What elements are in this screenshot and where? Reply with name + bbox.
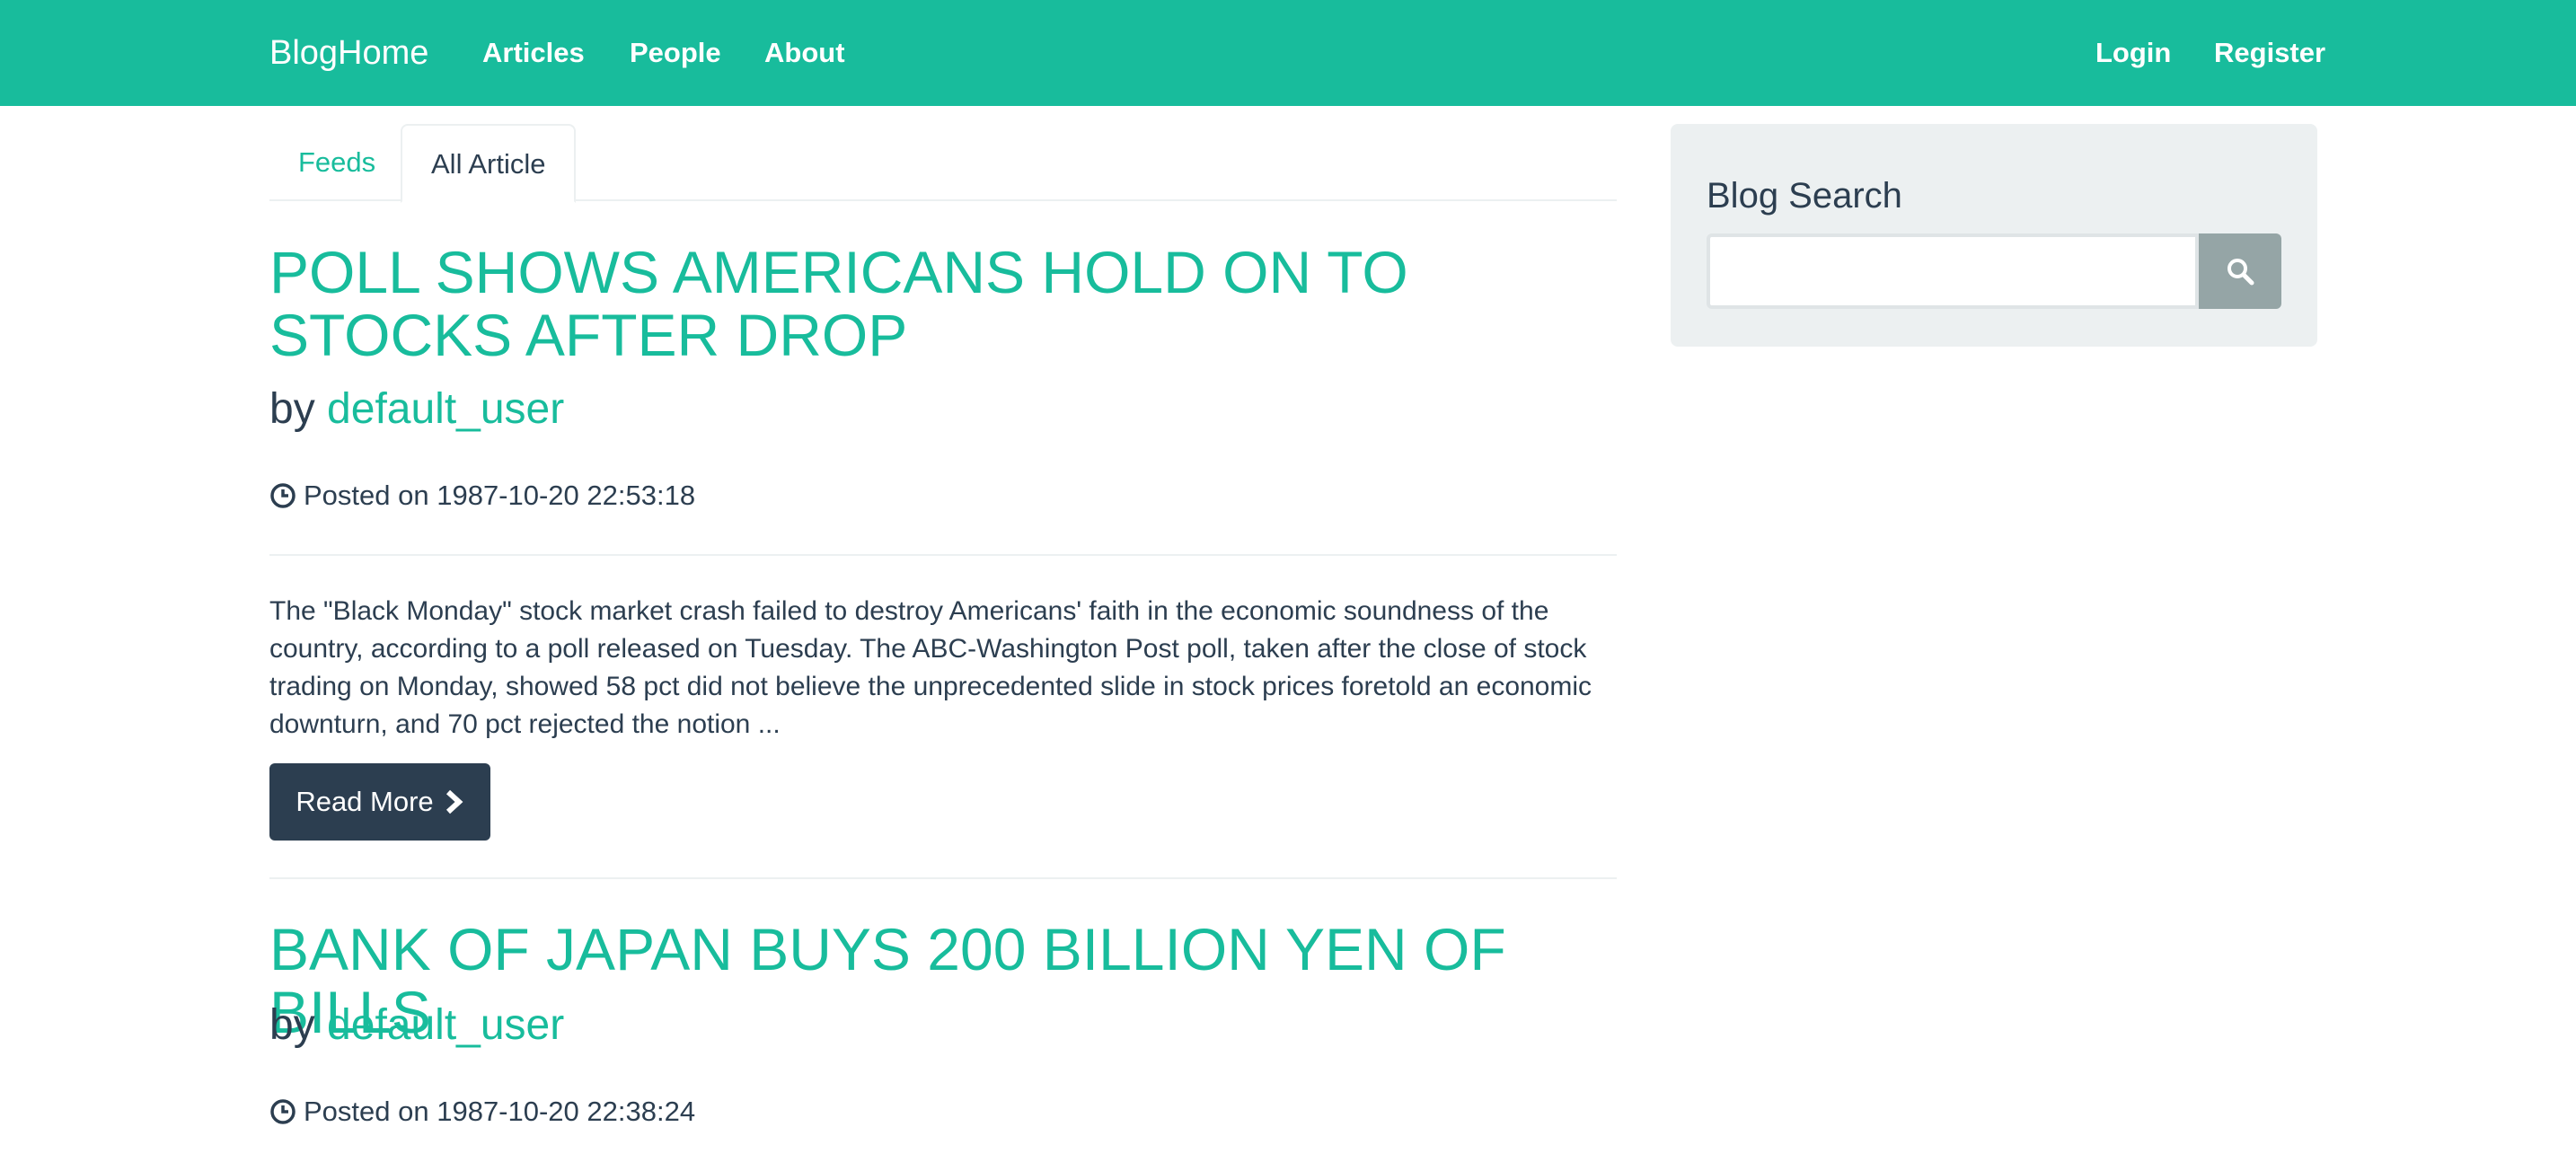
article-byline: by default_user <box>269 1000 564 1050</box>
nav-people-link[interactable]: People <box>630 0 721 106</box>
article-byline: by default_user <box>269 384 564 434</box>
posted-date-text: Posted on 1987-10-20 22:53:18 <box>304 480 696 511</box>
tab-all-article[interactable]: All Article <box>401 124 577 203</box>
search-button[interactable] <box>2199 233 2281 309</box>
article-excerpt: The "Black Monday" stock market crash fa… <box>269 596 1592 739</box>
register-link[interactable]: Register <box>2214 0 2325 106</box>
clock-icon <box>269 482 296 509</box>
divider <box>269 877 1617 879</box>
nav-about-link[interactable]: About <box>764 0 845 106</box>
author-link[interactable]: default_user <box>327 385 564 433</box>
read-more-button[interactable]: Read More <box>269 763 490 841</box>
search-panel-title: Blog Search <box>1707 176 1902 216</box>
author-link[interactable]: default_user <box>327 1001 564 1049</box>
article-title[interactable]: POLL SHOWS AMERICANS HOLD ON TO STOCKS A… <box>269 241 1617 366</box>
nav-articles-link[interactable]: Articles <box>482 0 585 106</box>
posted-date: Posted on 1987-10-20 22:53:18 <box>269 480 695 512</box>
posted-date-text: Posted on 1987-10-20 22:38:24 <box>304 1096 696 1127</box>
posted-date: Posted on 1987-10-20 22:38:24 <box>269 1096 695 1128</box>
chevron-right-icon <box>445 789 464 814</box>
clock-icon <box>269 1098 296 1125</box>
search-icon <box>2225 256 2255 286</box>
by-label: by <box>269 385 315 433</box>
search-panel: Blog Search <box>1671 124 2317 347</box>
tab-feeds[interactable]: Feeds <box>269 124 404 201</box>
article-tabs: Feeds All Article <box>269 124 1617 203</box>
login-link[interactable]: Login <box>2095 0 2171 106</box>
top-navbar: BlogHome Articles People About Login Reg… <box>0 0 2576 106</box>
by-label: by <box>269 1001 315 1049</box>
brand-link[interactable]: BlogHome <box>269 0 428 106</box>
search-input[interactable] <box>1707 233 2199 309</box>
read-more-label: Read More <box>296 786 434 817</box>
divider <box>269 554 1617 556</box>
